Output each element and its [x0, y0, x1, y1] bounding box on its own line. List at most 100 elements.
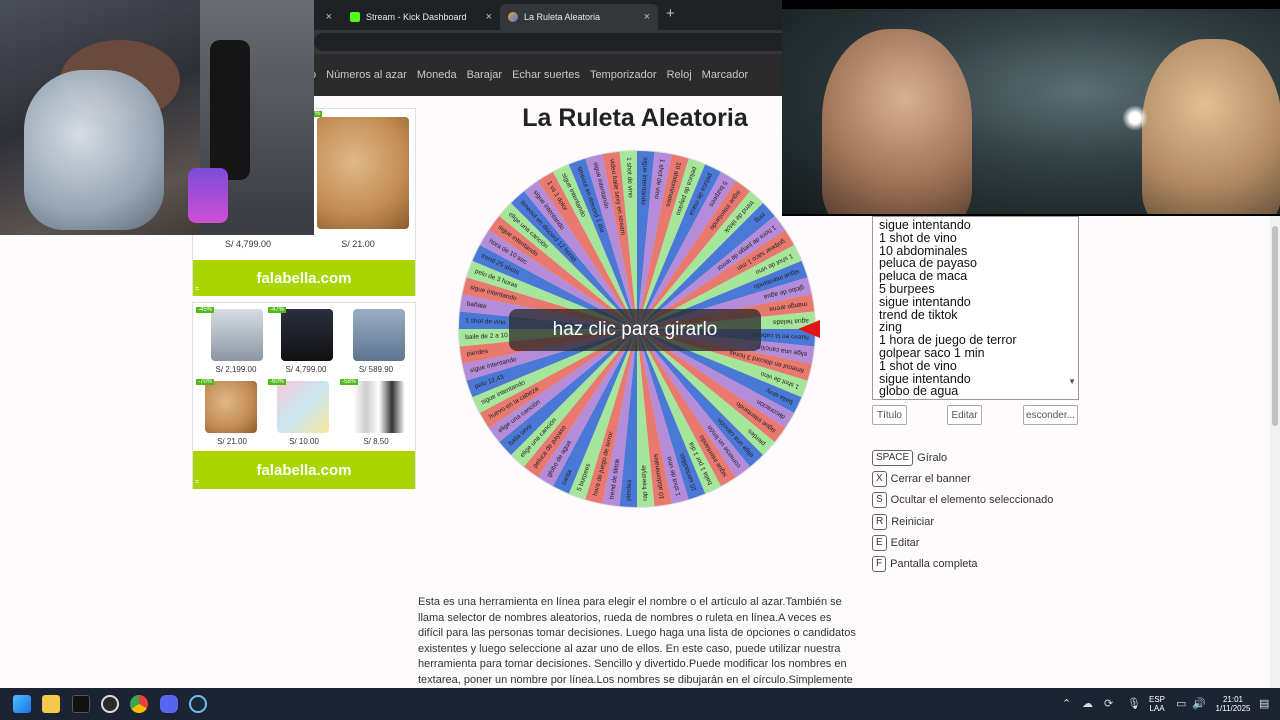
nav-item[interactable]: Moneda: [417, 69, 457, 81]
browser-tab-kick[interactable]: Stream - Kick Dashboard ×: [342, 4, 500, 30]
discount-badge: %: [313, 111, 323, 117]
key-cap: X: [872, 471, 887, 487]
product-image[interactable]: [211, 309, 263, 361]
shortcut-label: Editar: [890, 537, 920, 549]
chevron-up-icon[interactable]: ⌃: [1062, 697, 1071, 710]
ad-corner-mark: =: [195, 286, 200, 293]
lang-layout: LAA: [1149, 704, 1165, 713]
discount-badge: -58%: [340, 379, 359, 385]
edit-button[interactable]: Editar: [947, 405, 982, 425]
nav-item[interactable]: Números al azar: [326, 69, 407, 81]
key-cap: F: [872, 556, 887, 572]
discount-badge: -45%: [196, 307, 215, 313]
site-nav: o Números al azar Moneda Barajar Echar s…: [300, 54, 782, 96]
title-button[interactable]: Título: [872, 405, 907, 425]
steam-icon[interactable]: [189, 695, 207, 713]
scroll-down-icon[interactable]: ▼: [1068, 376, 1076, 389]
nav-item[interactable]: Temporizador: [590, 69, 657, 81]
windows-taskbar: ⌃ ☁ ⟳ 🎙 ESP LAA ▭ 🔊 21:01 1/11/2025 ▤: [0, 688, 1280, 720]
nav-item[interactable]: Barajar: [467, 69, 502, 81]
scrollbar-thumb[interactable]: [1272, 226, 1278, 426]
key-cap: R: [872, 514, 888, 530]
address-bar[interactable]: [300, 30, 782, 54]
discount-badge: -60%: [268, 379, 287, 385]
network-icon[interactable]: ▭: [1176, 697, 1186, 710]
windows-start-icon[interactable]: [13, 695, 31, 713]
discount-badge: -47%: [268, 307, 287, 313]
obs-icon[interactable]: [101, 695, 119, 713]
notification-icon[interactable]: ▤: [1259, 697, 1269, 710]
discount-badge: -70%: [196, 379, 215, 385]
product-image[interactable]: [205, 381, 257, 433]
product-image[interactable]: [281, 309, 333, 361]
kick-app-icon[interactable]: [72, 695, 90, 713]
product-image[interactable]: [277, 381, 329, 433]
price-label: S/ 8.50: [363, 437, 389, 446]
price-label: S/ 10.00: [289, 437, 319, 446]
key-cap: S: [872, 492, 887, 508]
option-line: 1 shot de vino: [879, 358, 957, 373]
shortcut-label: Gíralo: [917, 452, 948, 464]
shortcut-label: Ocultar el elemento seleccionado: [890, 494, 1054, 506]
shortcut-label: Cerrar el banner: [890, 473, 971, 485]
mic-icon[interactable]: 🎙: [1127, 697, 1141, 710]
ad-banner-bottom[interactable]: -45% -47% S/ 2,199.00 S/ 4,799.00 S/ 589…: [192, 302, 416, 489]
product-image[interactable]: [353, 309, 405, 361]
shortcut-close-banner: X Cerrar el banner: [872, 471, 971, 487]
ad-corner-mark: =: [195, 479, 200, 486]
shortcut-label: Pantalla completa: [890, 558, 978, 570]
price-label: S/ 2,199.00: [215, 365, 257, 374]
option-line: 1 shot de vino: [879, 230, 957, 245]
nav-item[interactable]: Echar suertes: [512, 69, 580, 81]
wheel-segment-label: pierdes: [625, 479, 633, 501]
options-textarea[interactable]: sigue intentando 1 shot de vino 10 abdom…: [872, 216, 1079, 400]
page-title: La Ruleta Aleatoria: [522, 104, 748, 132]
shortcut-reset: R Reiniciar: [872, 514, 934, 530]
tab-title: La Ruleta Aleatoria: [524, 12, 601, 22]
option-line: globo de agua: [879, 384, 959, 399]
nav-item[interactable]: Reloj: [667, 69, 692, 81]
nav-item[interactable]: Marcador: [702, 69, 748, 81]
option-line: sigue intentando: [879, 294, 971, 309]
shortcut-fullscreen: F Pantalla completa: [872, 556, 978, 572]
lang-code: ESP: [1148, 695, 1165, 704]
new-tab-button[interactable]: +: [666, 5, 675, 22]
option-line: golpear saco 1 min: [879, 345, 985, 360]
price-label: S/ 4,799.00: [285, 365, 327, 374]
shortcut-hide-selected: S Ocultar el elemento seleccionado: [872, 492, 1053, 508]
falabella-logo[interactable]: falabella.com: [193, 260, 415, 296]
cloud-icon[interactable]: ☁: [1082, 697, 1093, 710]
video-overlay: [782, 0, 1280, 216]
key-cap: E: [872, 535, 887, 551]
file-explorer-icon[interactable]: [42, 695, 60, 713]
tab-close-icon[interactable]: ×: [486, 11, 492, 23]
price-label: S/ 21.00: [217, 437, 247, 446]
discord-icon[interactable]: [160, 695, 178, 713]
wheel-pointer-icon: [798, 320, 820, 338]
browser-tabstrip: × Stream - Kick Dashboard × La Ruleta Al…: [300, 0, 782, 30]
option-line: trend de tiktok: [879, 307, 958, 322]
product-image[interactable]: [317, 117, 409, 229]
spin-button[interactable]: haz clic para girarlo: [509, 309, 761, 351]
shortcut-edit: E Editar: [872, 535, 919, 551]
falabella-logo[interactable]: falabella.com: [193, 451, 415, 489]
product-image[interactable]: [353, 381, 405, 433]
clock[interactable]: 21:01 1/11/2025: [1210, 688, 1256, 720]
key-cap: SPACE: [872, 450, 914, 466]
tab-close-icon[interactable]: ×: [326, 11, 332, 23]
option-line: 5 burpees: [879, 281, 935, 296]
shortcut-label: Reiniciar: [891, 516, 935, 528]
volume-icon[interactable]: 🔊: [1192, 697, 1206, 710]
chrome-icon[interactable]: [130, 695, 148, 713]
tab-close-icon[interactable]: ×: [644, 11, 650, 23]
hide-button[interactable]: esconder...: [1023, 405, 1078, 425]
tab-title: Stream - Kick Dashboard: [366, 12, 467, 22]
sync-icon[interactable]: ⟳: [1104, 697, 1113, 710]
date-text: 1/11/2025: [1215, 704, 1251, 713]
page-scrollbar[interactable]: [1270, 216, 1280, 688]
browser-tab-ruleta[interactable]: La Ruleta Aleatoria ×: [500, 4, 658, 30]
kick-icon: [350, 12, 360, 22]
globe-icon: [508, 12, 518, 22]
option-line: sigue intentando: [879, 218, 971, 232]
language-indicator[interactable]: ESP LAA: [1148, 688, 1166, 720]
